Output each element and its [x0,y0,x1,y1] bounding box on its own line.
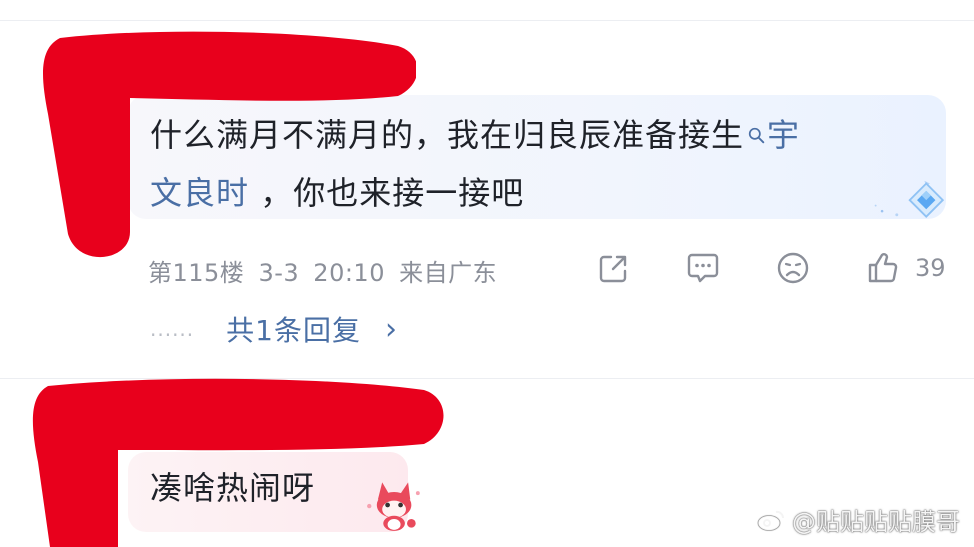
watermark-text: @贴贴贴贴膜哥 [792,508,960,536]
red-redaction-mark-2 [32,378,444,547]
diamond-badge-icon [874,180,945,218]
weibo-logo-icon [756,510,785,532]
replies-link[interactable]: 共1条回复 [226,309,361,349]
top-divider [0,20,974,21]
share-icon[interactable] [597,253,629,285]
like-count: 39 [915,254,946,282]
weibo-watermark: @贴贴贴贴膜哥 [756,502,960,537]
thumbs-up-icon[interactable] [866,251,900,285]
replies-row[interactable]: ...... 共1条回复 › [150,309,398,349]
search-icon [748,127,765,144]
mention-name-a: 宇 [767,116,801,154]
replies-dots: ...... [150,317,195,341]
comment-icon[interactable] [686,252,720,284]
frown-icon[interactable] [776,251,810,285]
chevron-right-icon: › [384,311,398,347]
red-redaction-mark-1 [43,31,416,258]
